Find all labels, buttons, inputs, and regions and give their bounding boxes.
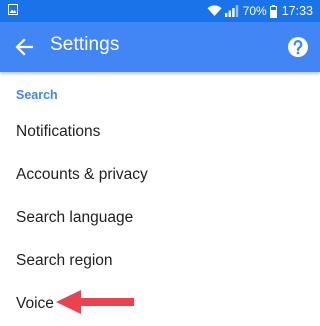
settings-item-label: Accounts & privacy <box>16 165 148 183</box>
settings-item-search-region[interactable]: Search region <box>0 239 320 282</box>
battery-percent: 70% <box>242 4 267 18</box>
wifi-icon <box>207 5 222 16</box>
settings-list: Notifications Accounts & privacy Search … <box>0 110 320 325</box>
status-bar: 70% 17:33 <box>0 0 320 22</box>
settings-item-notifications[interactable]: Notifications <box>0 110 320 153</box>
help-icon <box>288 37 308 57</box>
help-button[interactable] <box>286 35 310 59</box>
section-header-search: Search <box>16 88 58 102</box>
battery-icon <box>269 4 277 18</box>
status-icons: 70% 17:33 <box>207 2 313 20</box>
settings-item-label: Search region <box>16 251 113 269</box>
settings-item-label: Notifications <box>16 122 101 140</box>
settings-item-label: Voice <box>16 294 54 312</box>
settings-item-search-language[interactable]: Search language <box>0 196 320 239</box>
arrow-back-icon <box>15 38 34 56</box>
settings-item-accounts-privacy[interactable]: Accounts & privacy <box>0 153 320 196</box>
clock: 17:33 <box>281 4 313 18</box>
settings-item-voice[interactable]: Voice <box>0 282 320 325</box>
gallery-icon <box>8 4 18 15</box>
settings-item-label: Search language <box>16 208 134 226</box>
app-bar: Settings <box>0 22 320 72</box>
red-arrow-pointer-icon <box>56 290 134 314</box>
page-title: Settings <box>50 34 120 55</box>
back-button[interactable] <box>8 31 40 63</box>
signal-icon <box>224 5 238 17</box>
